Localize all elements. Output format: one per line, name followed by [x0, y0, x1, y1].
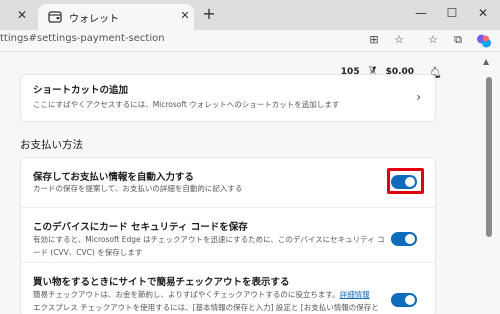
close-window-button[interactable]: ✕ — [472, 2, 494, 24]
url-field[interactable]: ttings#settings-payment-section — [0, 33, 165, 44]
express-checkout-toggle[interactable] — [391, 293, 417, 307]
setting-title: 買い物をするときにサイトで簡易チェックアウトを表示する — [33, 277, 290, 288]
learn-more-link[interactable]: 詳細情報 — [340, 290, 370, 299]
add-shortcut-card[interactable]: ショートカットの追加 ここにすばやくアクセスするには、Microsoft ウォレ… — [20, 74, 436, 122]
setting-title: 保存してお支払い情報を自動入力する — [33, 172, 194, 183]
setting-autofill-payment: 保存してお支払い情報を自動入力する カードの保存を提案して、お支払いの詳細を自動… — [21, 158, 435, 207]
scrollbar[interactable]: ▲ — [478, 53, 500, 314]
toggle-knob — [405, 234, 415, 244]
setting-description: 簡易チェックアウトは、お金を節約し、よりすばやくチェックアウトするのに役立ちます… — [33, 288, 393, 314]
payment-section-heading: お支払い方法 — [20, 139, 83, 151]
setting-description: 有効にすると、Microsoft Edge はチェックアウトを迅速にするために、… — [33, 233, 393, 259]
tab-wallet[interactable]: ウォレット ✕ — [38, 4, 194, 30]
setting-express-checkout: 買い物をするときにサイトで簡易チェックアウトを表示する 簡易チェックアウトは、お… — [21, 262, 435, 314]
highlight-box — [387, 168, 424, 194]
save-security-code-toggle[interactable] — [391, 232, 417, 246]
app-available-icon[interactable]: ⊞ — [366, 32, 382, 48]
copilot-icon[interactable] — [476, 33, 492, 49]
favorite-star-icon[interactable]: ☆ — [391, 32, 407, 48]
setting-title: このデバイスにカード セキュリティ コードを保存 — [33, 222, 248, 233]
description-line-1: 有効にすると、Microsoft Edge はチェックアウトを迅速にするために、… — [33, 235, 385, 244]
description-line-1: 簡易チェックアウトは、お金を節約し、よりすばやくチェックアウトするのに役立ちます… — [33, 290, 340, 299]
tab-close-icon[interactable]: ✕ — [178, 9, 192, 23]
description-line-2: エクスプレス チェックアウトを使用するには、[基本情報の保存と入力] 設定と [… — [33, 303, 379, 312]
scroll-up-arrow-icon[interactable]: ▲ — [483, 57, 489, 66]
favorites-icon[interactable]: ☆ — [425, 32, 441, 48]
collections-icon[interactable]: ⧉ — [450, 32, 466, 48]
maximize-button[interactable]: ☐ — [441, 2, 463, 24]
description-line-2: ード (CVV、CVC) を保存します — [33, 248, 143, 257]
minimize-button[interactable]: — — [410, 2, 432, 24]
payment-settings-card: 保存してお支払い情報を自動入力する カードの保存を提案して、お支払いの詳細を自動… — [20, 157, 436, 314]
shortcut-description: ここにすばやくアクセスするには、Microsoft ウォレットへのショートカット… — [33, 100, 340, 109]
address-bar: ttings#settings-payment-section ⊞ ☆ ☆ ⧉ — [0, 30, 500, 52]
scrollbar-thumb[interactable] — [486, 77, 492, 237]
chevron-right-icon: › — [416, 90, 421, 104]
shortcut-title: ショートカットの追加 — [33, 85, 129, 96]
new-tab-button[interactable]: + — [199, 4, 219, 24]
tab-strip: ✕ ウォレット ✕ + — ☐ ✕ — [0, 0, 500, 30]
previous-tab-close-icon[interactable]: ✕ — [14, 7, 30, 23]
tab-title: ウォレット — [69, 14, 119, 25]
setting-save-security-code: このデバイスにカード セキュリティ コードを保存 有効にすると、Microsof… — [21, 207, 435, 262]
wallet-icon — [48, 11, 62, 23]
setting-description: カードの保存を提案して、お支払いの詳細を自動的に記入する — [33, 184, 243, 193]
toggle-knob — [405, 295, 415, 305]
